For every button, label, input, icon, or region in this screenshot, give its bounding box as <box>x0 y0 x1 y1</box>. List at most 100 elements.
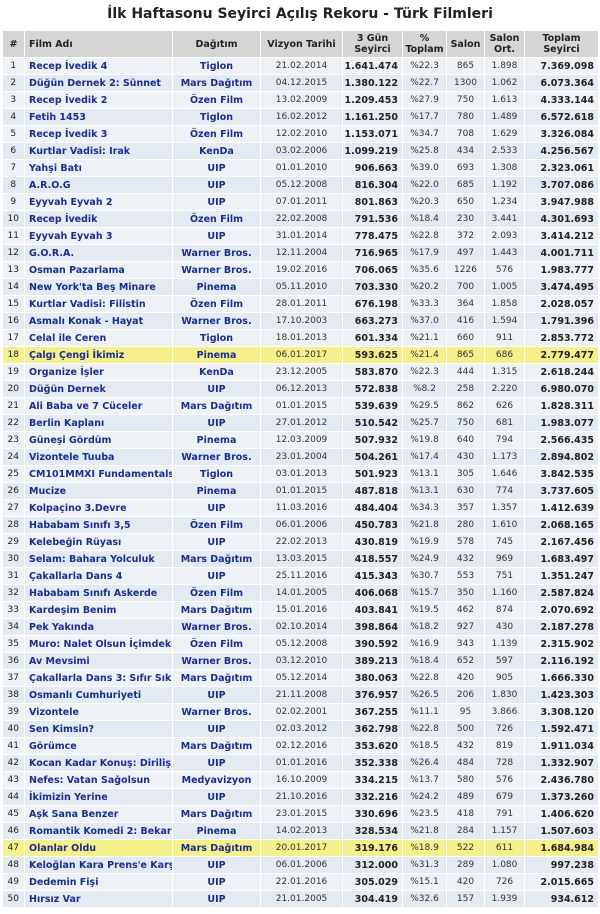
film-title-link[interactable]: Sen Kimsin? <box>24 720 173 738</box>
distributor-link[interactable]: Warner Bros. <box>172 703 261 721</box>
header-audience[interactable]: 3 Gün Seyirci <box>342 30 403 58</box>
film-title-link[interactable]: Kardeşim Benim <box>24 601 173 619</box>
film-title-link[interactable]: Pek Yakında <box>24 618 173 636</box>
film-title-link[interactable]: Berlin Kaplanı <box>24 414 173 432</box>
film-title-link[interactable]: Çakallarla Dans 3: Sıfır Sıkıntı <box>24 669 173 687</box>
distributor-link[interactable]: Özen Film <box>172 635 261 653</box>
distributor-link[interactable]: UIP <box>172 567 261 585</box>
distributor-link[interactable]: Mars Dağıtım <box>172 550 261 568</box>
film-title-link[interactable]: Hababam Sınıfı Askerde <box>24 584 173 602</box>
distributor-link[interactable]: UIP <box>172 159 261 177</box>
distributor-link[interactable]: UIP <box>172 533 261 551</box>
distributor-link[interactable]: Warner Bros. <box>172 312 261 330</box>
film-title-link[interactable]: Osmanlı Cumhuriyeti <box>24 686 173 704</box>
header-film[interactable]: Film Adı <box>24 30 173 58</box>
film-title-link[interactable]: Eyyvah Eyvah 2 <box>24 193 173 211</box>
distributor-link[interactable]: Mars Dağıtım <box>172 737 261 755</box>
distributor-link[interactable]: Özen Film <box>172 516 261 534</box>
film-title-link[interactable]: Vizontele Tuuba <box>24 448 173 466</box>
film-title-link[interactable]: Muro: Nalet Olsun İçimdeki İnsan <box>24 635 173 653</box>
film-title-link[interactable]: İkimizin Yerine <box>24 788 173 806</box>
film-title-link[interactable]: Asmalı Konak - Hayat <box>24 312 173 330</box>
film-title-link[interactable]: Hırsız Var <box>24 890 173 908</box>
distributor-link[interactable]: Pinema <box>172 482 261 500</box>
film-title-link[interactable]: Organize İşler <box>24 363 173 381</box>
film-title-link[interactable]: Güneşi Gördüm <box>24 431 173 449</box>
film-title-link[interactable]: Mucize <box>24 482 173 500</box>
film-title-link[interactable]: Fetih 1453 <box>24 108 173 126</box>
header-total[interactable]: Toplam Seyirci <box>524 30 599 58</box>
film-title-link[interactable]: Nefes: Vatan Sağolsun <box>24 771 173 789</box>
distributor-link[interactable]: UIP <box>172 686 261 704</box>
header-rank[interactable]: # <box>2 30 25 58</box>
distributor-link[interactable]: Tiglon <box>172 108 261 126</box>
distributor-link[interactable]: UIP <box>172 890 261 908</box>
header-release-date[interactable]: Vizyon Tarihi <box>260 30 343 58</box>
distributor-link[interactable]: UIP <box>172 499 261 517</box>
distributor-link[interactable]: Özen Film <box>172 584 261 602</box>
distributor-link[interactable]: Mars Dağıtım <box>172 669 261 687</box>
header-salon-avg[interactable]: Salon Ort. <box>484 30 525 58</box>
film-title-link[interactable]: Düğün Dernek <box>24 380 173 398</box>
distributor-link[interactable]: UIP <box>172 788 261 806</box>
distributor-link[interactable]: Medyavizyon <box>172 771 261 789</box>
distributor-link[interactable]: UIP <box>172 754 261 772</box>
film-title-link[interactable]: Kocan Kadar Konuş: Diriliş <box>24 754 173 772</box>
distributor-link[interactable]: Özen Film <box>172 125 261 143</box>
distributor-link[interactable]: Warner Bros. <box>172 652 261 670</box>
film-title-link[interactable]: A.R.O.G <box>24 176 173 194</box>
film-title-link[interactable]: Recep İvedik 2 <box>24 91 173 109</box>
film-title-link[interactable]: Yahşi Batı <box>24 159 173 177</box>
distributor-link[interactable]: Warner Bros. <box>172 618 261 636</box>
film-title-link[interactable]: Eyyvah Eyvah 3 <box>24 227 173 245</box>
distributor-link[interactable]: KenDa <box>172 363 261 381</box>
film-title-link[interactable]: New York'ta Beş Minare <box>24 278 173 296</box>
film-title-link[interactable]: Kurtlar Vadisi: Irak <box>24 142 173 160</box>
distributor-link[interactable]: Tiglon <box>172 57 261 75</box>
distributor-link[interactable]: Özen Film <box>172 91 261 109</box>
film-title-link[interactable]: Recep İvedik <box>24 210 173 228</box>
film-title-link[interactable]: Olanlar Oldu <box>24 839 173 857</box>
distributor-link[interactable]: UIP <box>172 193 261 211</box>
film-title-link[interactable]: G.O.R.A. <box>24 244 173 262</box>
film-title-link[interactable]: Çakallarla Dans 4 <box>24 567 173 585</box>
header-salon[interactable]: Salon <box>446 30 485 58</box>
distributor-link[interactable]: Özen Film <box>172 210 261 228</box>
distributor-link[interactable]: UIP <box>172 414 261 432</box>
distributor-link[interactable]: UIP <box>172 856 261 874</box>
distributor-link[interactable]: Pinema <box>172 822 261 840</box>
distributor-link[interactable]: Mars Dağıtım <box>172 805 261 823</box>
distributor-link[interactable]: Tiglon <box>172 329 261 347</box>
distributor-link[interactable]: Mars Dağıtım <box>172 397 261 415</box>
film-title-link[interactable]: Romantik Komedi 2: Bekarlığa Veda <box>24 822 173 840</box>
film-title-link[interactable]: Düğün Dernek 2: Sünnet <box>24 74 173 92</box>
header-percent[interactable]: % Toplam <box>402 30 447 58</box>
film-title-link[interactable]: Dedemin Fişi <box>24 873 173 891</box>
distributor-link[interactable]: KenDa <box>172 142 261 160</box>
film-title-link[interactable]: Kurtlar Vadisi: Filistin <box>24 295 173 313</box>
film-title-link[interactable]: Recep İvedik 4 <box>24 57 173 75</box>
distributor-link[interactable]: UIP <box>172 380 261 398</box>
film-title-link[interactable]: Celal ile Ceren <box>24 329 173 347</box>
distributor-link[interactable]: Özen Film <box>172 295 261 313</box>
film-title-link[interactable]: Osman Pazarlama <box>24 261 173 279</box>
film-title-link[interactable]: Vizontele <box>24 703 173 721</box>
distributor-link[interactable]: Tiglon <box>172 465 261 483</box>
film-title-link[interactable]: Recep İvedik 3 <box>24 125 173 143</box>
film-title-link[interactable]: Aşk Sana Benzer <box>24 805 173 823</box>
distributor-link[interactable]: UIP <box>172 720 261 738</box>
film-title-link[interactable]: Kolpaçino 3.Devre <box>24 499 173 517</box>
film-title-link[interactable]: Kelebeğin Rüyası <box>24 533 173 551</box>
distributor-link[interactable]: Warner Bros. <box>172 261 261 279</box>
film-title-link[interactable]: CM101MMXI Fundamentals <box>24 465 173 483</box>
distributor-link[interactable]: UIP <box>172 227 261 245</box>
distributor-link[interactable]: UIP <box>172 176 261 194</box>
film-title-link[interactable]: Görümce <box>24 737 173 755</box>
film-title-link[interactable]: Hababam Sınıfı 3,5 <box>24 516 173 534</box>
distributor-link[interactable]: Pinema <box>172 278 261 296</box>
distributor-link[interactable]: Mars Dağıtım <box>172 601 261 619</box>
film-title-link[interactable]: Ali Baba ve 7 Cüceler <box>24 397 173 415</box>
distributor-link[interactable]: Warner Bros. <box>172 448 261 466</box>
distributor-link[interactable]: Warner Bros. <box>172 244 261 262</box>
header-distributor[interactable]: Dağıtım <box>172 30 261 58</box>
